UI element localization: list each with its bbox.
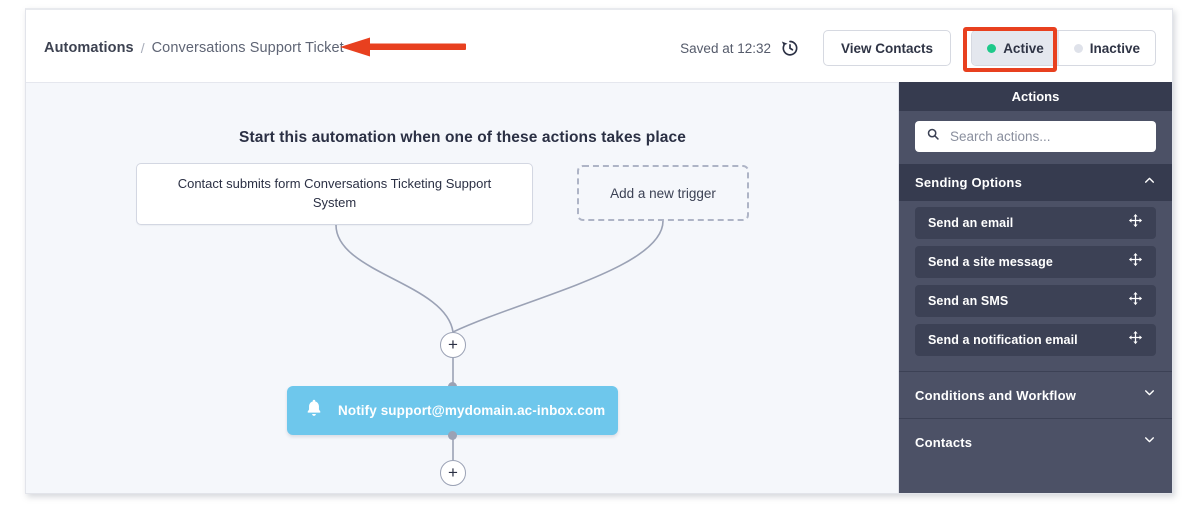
action-item-send-an-sms[interactable]: Send an SMS [915, 285, 1156, 317]
node-port-bottom [448, 431, 457, 440]
history-clock-icon[interactable] [780, 38, 800, 58]
screenshot-root: Automations / Conversations Support Tick… [0, 0, 1200, 518]
sidebar-section-label: Sending Options [915, 175, 1022, 190]
action-item-label: Send a site message [928, 255, 1053, 269]
actions-sidebar: Actions Sending Options [898, 82, 1172, 493]
breadcrumb-separator: / [140, 40, 145, 56]
sidebar-search-area [899, 111, 1172, 163]
move-icon[interactable] [1128, 252, 1143, 272]
sidebar-action-list: Send an email Send a site message Send a… [899, 201, 1172, 371]
action-item-send-a-notification-email[interactable]: Send a notification email [915, 324, 1156, 356]
add-step-button-top[interactable]: + [440, 332, 466, 358]
breadcrumb: Automations / Conversations Support Tick… [44, 40, 344, 56]
chevron-down-icon [1143, 386, 1156, 404]
breadcrumb-current-page: Conversations Support Ticket [151, 40, 344, 56]
search-icon [926, 127, 940, 146]
status-inactive-button[interactable]: Inactive [1059, 31, 1155, 65]
status-active-label: Active [1003, 40, 1044, 56]
move-icon[interactable] [1128, 213, 1143, 233]
move-icon[interactable] [1128, 330, 1143, 350]
chevron-up-icon [1143, 174, 1156, 192]
sidebar-section-label: Contacts [915, 434, 973, 450]
search-input[interactable] [948, 128, 1145, 145]
action-item-send-a-site-message[interactable]: Send a site message [915, 246, 1156, 278]
move-icon[interactable] [1128, 291, 1143, 311]
inactive-status-dot [1073, 43, 1083, 53]
saved-timestamp: Saved at 12:32 [680, 40, 771, 56]
breadcrumb-root-link[interactable]: Automations [44, 40, 134, 56]
add-new-trigger-button[interactable]: Add a new trigger [577, 165, 749, 221]
chevron-down-icon [1143, 433, 1156, 451]
plus-icon: + [448, 462, 458, 482]
saved-status: Saved at 12:32 [680, 38, 800, 58]
action-item-label: Send an SMS [928, 294, 1009, 308]
add-step-button-bottom[interactable]: + [440, 460, 466, 486]
view-contacts-button[interactable]: View Contacts [822, 30, 951, 66]
sidebar-section-sending-options[interactable]: Sending Options [899, 163, 1172, 201]
action-item-send-an-email[interactable]: Send an email [915, 207, 1156, 239]
status-toggle-group: Active Inactive [971, 30, 1156, 66]
plus-icon: + [448, 334, 458, 354]
search-actions-field[interactable] [915, 121, 1156, 152]
action-node-label: Notify support@mydomain.ac-inbox.com [338, 403, 606, 418]
action-item-label: Send a notification email [928, 333, 1078, 347]
action-node-notify[interactable]: Notify support@mydomain.ac-inbox.com [287, 386, 618, 435]
sidebar-section-contacts[interactable]: Contacts [899, 418, 1172, 465]
sidebar-section-label: Conditions and Workflow [915, 387, 1077, 403]
bell-icon [303, 397, 325, 424]
status-inactive-label: Inactive [1089, 40, 1140, 56]
app-window: Automations / Conversations Support Tick… [25, 8, 1173, 494]
trigger-node[interactable]: Contact submits form Conversations Ticke… [136, 163, 533, 225]
active-status-dot [987, 43, 997, 53]
sidebar-title: Actions [899, 82, 1172, 111]
sidebar-section-conditions-and-workflow[interactable]: Conditions and Workflow [899, 371, 1172, 418]
action-item-label: Send an email [928, 216, 1014, 230]
header-bar: Automations / Conversations Support Tick… [26, 10, 1172, 82]
status-active-button[interactable]: Active [972, 31, 1059, 65]
